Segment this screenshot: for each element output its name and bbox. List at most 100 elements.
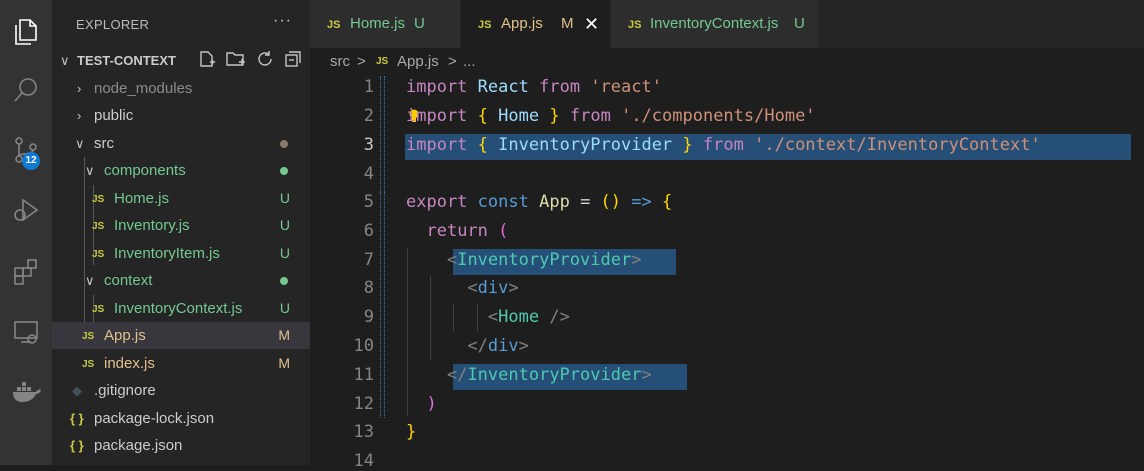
new-folder-icon[interactable] bbox=[226, 50, 246, 68]
tree-label: App.js bbox=[104, 327, 146, 344]
tree-label: node_modules bbox=[94, 80, 193, 97]
tree-label: context bbox=[104, 272, 153, 289]
tree-item-index-js[interactable]: JS index.js M bbox=[52, 350, 310, 377]
explorer-title: EXPLORER bbox=[76, 17, 150, 32]
json-file-icon: { } bbox=[70, 438, 84, 453]
code-line: <InventoryProvider> bbox=[446, 250, 642, 270]
tree-item-src[interactable]: ∨ src bbox=[52, 130, 310, 157]
line-number: 9 bbox=[363, 307, 374, 327]
chevron-down-icon: ∨ bbox=[85, 273, 95, 288]
tab-status: M bbox=[561, 15, 574, 32]
tree-item-context[interactable]: ∨ context bbox=[52, 267, 310, 294]
js-file-icon: JS bbox=[478, 19, 492, 31]
docker-icon[interactable] bbox=[0, 368, 52, 416]
tab-label: App.js bbox=[501, 15, 543, 32]
js-file-icon: JS bbox=[82, 359, 95, 370]
tab-status: U bbox=[794, 15, 805, 32]
line-number: 1 bbox=[363, 77, 374, 97]
js-file-icon: JS bbox=[376, 56, 389, 67]
code-line: </InventoryProvider> bbox=[446, 365, 652, 385]
line-number: 5 bbox=[363, 192, 374, 212]
git-status: U bbox=[279, 217, 290, 233]
line-number: 14 bbox=[353, 451, 374, 471]
git-status: U bbox=[279, 245, 290, 261]
refresh-icon[interactable] bbox=[256, 50, 274, 68]
untracked-dot bbox=[280, 167, 288, 175]
tree-item-node-modules[interactable]: › node_modules bbox=[52, 75, 310, 102]
tab-inventorycontext-js[interactable]: JS InventoryContext.js U bbox=[611, 0, 818, 48]
js-file-icon: JS bbox=[92, 249, 105, 260]
tree-label: InventoryItem.js bbox=[114, 245, 220, 262]
tree-label: InventoryContext.js bbox=[114, 300, 243, 317]
line-number: 12 bbox=[353, 394, 374, 414]
code-line: import React from 'react' bbox=[406, 77, 662, 97]
tree-item-inventorycontext-js[interactable]: JS InventoryContext.js U bbox=[52, 295, 310, 322]
untracked-dot bbox=[280, 277, 288, 285]
code-line: import { Home } from './components/Home' bbox=[406, 106, 816, 126]
line-number: 6 bbox=[363, 221, 374, 241]
line-number: 13 bbox=[353, 422, 374, 442]
tab-app-js[interactable]: JS App.js M ✕ bbox=[461, 0, 610, 48]
remote-explorer-icon[interactable] bbox=[0, 308, 52, 356]
breadcrumb-file[interactable]: App.js bbox=[397, 51, 439, 73]
git-file-icon: ◆ bbox=[72, 383, 82, 398]
extensions-icon[interactable] bbox=[0, 248, 52, 296]
tree-item-public[interactable]: › public bbox=[52, 102, 310, 129]
tree-label: Inventory.js bbox=[114, 217, 190, 234]
tree-label: package-lock.json bbox=[94, 410, 215, 427]
code-line: return ( bbox=[426, 221, 509, 241]
activity-bar: 12 bbox=[0, 0, 52, 465]
code-line: } bbox=[406, 422, 417, 442]
code-line: </div> bbox=[467, 336, 529, 356]
tree-item-inventoryitem-js[interactable]: JS InventoryItem.js U bbox=[52, 240, 310, 267]
tree-item-package-json[interactable]: { } package.json bbox=[52, 432, 310, 459]
code-editor[interactable]: 1 2 3 4 5 6 7 8 9 10 11 12 13 14 import … bbox=[310, 74, 1144, 471]
tree-item-inventory-js[interactable]: JS Inventory.js U bbox=[52, 212, 310, 239]
tree-item-gitignore[interactable]: ◆ .gitignore bbox=[52, 377, 310, 404]
more-actions-icon[interactable]: ··· bbox=[273, 12, 292, 30]
git-status: M bbox=[278, 327, 290, 343]
breadcrumb-more[interactable]: ... bbox=[463, 51, 476, 73]
tree-item-package-lock-json[interactable]: { } package-lock.json bbox=[52, 405, 310, 432]
chevron-down-icon: ∨ bbox=[60, 53, 70, 68]
line-number: 11 bbox=[353, 365, 374, 385]
indent-guide bbox=[407, 248, 408, 416]
tree-label: components bbox=[104, 162, 186, 179]
chevron-right-icon: › bbox=[77, 81, 82, 96]
tree-label: public bbox=[94, 107, 134, 124]
tree-item-app-js[interactable]: JS App.js M bbox=[52, 322, 310, 349]
search-icon[interactable] bbox=[0, 66, 52, 114]
git-gutter-added bbox=[380, 192, 385, 418]
code-line: <Home /> bbox=[487, 307, 570, 327]
editor-tabs: JS Home.js U JS App.js M ✕ JS InventoryC… bbox=[310, 0, 1144, 48]
line-number: 2 bbox=[363, 106, 374, 126]
js-file-icon: JS bbox=[82, 331, 95, 342]
breadcrumb-separator: > bbox=[357, 53, 366, 70]
tree-item-home-js[interactable]: JS Home.js U bbox=[52, 185, 310, 212]
modified-dot bbox=[280, 140, 288, 148]
line-number: 10 bbox=[353, 336, 374, 356]
source-control-icon[interactable]: 12 bbox=[0, 126, 52, 174]
close-icon[interactable]: ✕ bbox=[584, 0, 599, 48]
new-file-icon[interactable] bbox=[198, 50, 216, 68]
tab-home-js[interactable]: JS Home.js U bbox=[310, 0, 460, 48]
explorer-sidebar: EXPLORER ··· ∨ TEST-CONTEXT › node_modul… bbox=[52, 0, 310, 465]
code-line: <div> bbox=[467, 278, 519, 298]
run-debug-icon[interactable] bbox=[0, 186, 52, 234]
project-actions bbox=[198, 50, 302, 68]
explorer-icon[interactable] bbox=[0, 8, 52, 56]
line-number: 4 bbox=[363, 164, 374, 184]
code-line: import { InventoryProvider } from './con… bbox=[406, 135, 1041, 155]
git-status: U bbox=[279, 190, 290, 206]
chevron-down-icon: ∨ bbox=[75, 136, 85, 151]
tree-item-components[interactable]: ∨ components bbox=[52, 157, 310, 184]
collapse-all-icon[interactable] bbox=[284, 50, 302, 68]
tree-label: package.json bbox=[94, 437, 183, 454]
breadcrumb-folder[interactable]: src bbox=[330, 51, 350, 73]
project-name: TEST-CONTEXT bbox=[77, 53, 176, 68]
scm-badge: 12 bbox=[22, 152, 40, 170]
js-file-icon: JS bbox=[92, 304, 105, 315]
line-number: 3 bbox=[363, 135, 374, 155]
line-number: 8 bbox=[363, 278, 374, 298]
chevron-down-icon: ∨ bbox=[85, 163, 95, 178]
